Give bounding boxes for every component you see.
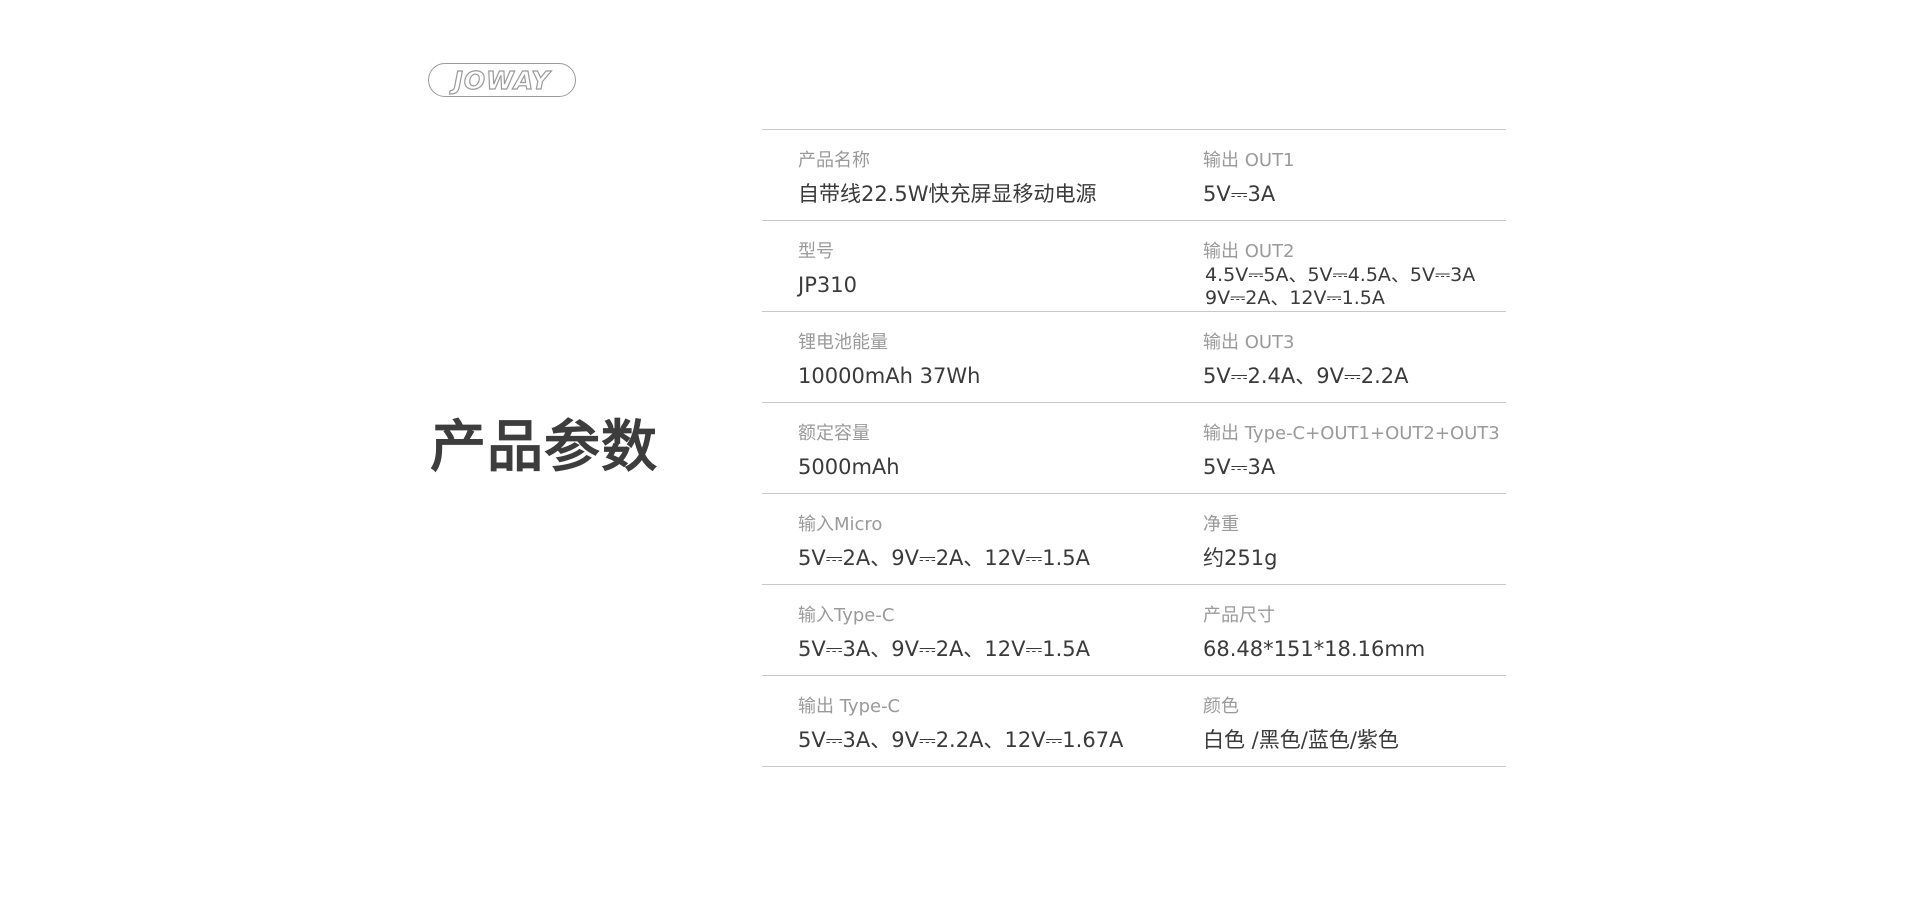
- spec-value: 10000mAh 37Wh: [798, 364, 981, 388]
- spec-value: 5V⎓3A: [1203, 182, 1276, 206]
- spec-label: 产品尺寸: [1203, 605, 1275, 626]
- spec-table: 产品名称 自带线22.5W快充屏显移动电源 输出 OUT1 5V⎓3A 型号 J…: [762, 129, 1506, 767]
- spec-value: 4.5V⎓5A、5V⎓4.5A、5V⎓3A 9V⎓2A、12V⎓1.5A: [1205, 264, 1476, 309]
- spec-row: 输出 Type-C 5V⎓3A、9V⎓2.2A、12V⎓1.67A 颜色 白色 …: [762, 676, 1506, 767]
- spec-label: 输入Micro: [798, 514, 883, 535]
- spec-cell-rated-capacity: 额定容量 5000mAh: [798, 403, 1158, 493]
- spec-label: 输出 OUT1: [1203, 150, 1295, 171]
- spec-value: 5V⎓3A、9V⎓2.2A、12V⎓1.67A: [798, 728, 1124, 752]
- spec-label: 输出 OUT3: [1203, 332, 1295, 353]
- spec-value: 5V⎓3A、9V⎓2A、12V⎓1.5A: [798, 637, 1091, 661]
- spec-value: 5V⎓3A: [1203, 455, 1276, 479]
- spec-value: 白色 /黑色/蓝色/紫色: [1203, 728, 1399, 752]
- spec-cell-battery-energy: 锂电池能量 10000mAh 37Wh: [798, 312, 1158, 402]
- spec-row: 额定容量 5000mAh 输出 Type-C+OUT1+OUT2+OUT3 5V…: [762, 403, 1506, 494]
- spec-label: 净重: [1203, 514, 1239, 535]
- spec-label: 输出 Type-C: [798, 696, 901, 717]
- page-title: 产品参数: [430, 415, 658, 480]
- spec-cell-output-out2: 输出 OUT2 4.5V⎓5A、5V⎓4.5A、5V⎓3A 9V⎓2A、12V⎓…: [1203, 221, 1506, 311]
- spec-value: 约251g: [1203, 546, 1278, 570]
- spec-label: 产品名称: [798, 150, 870, 171]
- spec-label: 型号: [798, 241, 834, 262]
- spec-cell-output-combined: 输出 Type-C+OUT1+OUT2+OUT3 5V⎓3A: [1203, 403, 1506, 493]
- spec-cell-output-typec: 输出 Type-C 5V⎓3A、9V⎓2.2A、12V⎓1.67A: [798, 676, 1158, 766]
- spec-cell-color: 颜色 白色 /黑色/蓝色/紫色: [1203, 676, 1506, 766]
- brand-logo-text: JOWAY: [453, 65, 551, 95]
- spec-label: 颜色: [1203, 696, 1239, 717]
- spec-row: 锂电池能量 10000mAh 37Wh 输出 OUT3 5V⎓2.4A、9V⎓2…: [762, 312, 1506, 403]
- spec-value: 5V⎓2.4A、9V⎓2.2A: [1203, 364, 1409, 388]
- spec-label: 输入Type-C: [798, 605, 895, 626]
- spec-label: 额定容量: [798, 423, 870, 444]
- brand-logo: JOWAY: [428, 63, 576, 97]
- spec-label: 锂电池能量: [798, 332, 888, 353]
- spec-row: 输入Type-C 5V⎓3A、9V⎓2A、12V⎓1.5A 产品尺寸 68.48…: [762, 585, 1506, 676]
- spec-cell-model: 型号 JP310: [798, 221, 1158, 311]
- spec-row: 型号 JP310 输出 OUT2 4.5V⎓5A、5V⎓4.5A、5V⎓3A 9…: [762, 221, 1506, 312]
- spec-label: 输出 Type-C+OUT1+OUT2+OUT3: [1203, 423, 1500, 444]
- spec-value: 5000mAh: [798, 455, 900, 479]
- spec-cell-net-weight: 净重 约251g: [1203, 494, 1506, 584]
- spec-value: 68.48*151*18.16mm: [1203, 637, 1426, 661]
- spec-cell-input-micro: 输入Micro 5V⎓2A、9V⎓2A、12V⎓1.5A: [798, 494, 1158, 584]
- spec-cell-output-out3: 输出 OUT3 5V⎓2.4A、9V⎓2.2A: [1203, 312, 1506, 402]
- spec-value: 5V⎓2A、9V⎓2A、12V⎓1.5A: [798, 546, 1091, 570]
- spec-cell-output-out1: 输出 OUT1 5V⎓3A: [1203, 130, 1506, 220]
- spec-value: JP310: [798, 273, 857, 297]
- spec-row: 输入Micro 5V⎓2A、9V⎓2A、12V⎓1.5A 净重 约251g: [762, 494, 1506, 585]
- spec-label: 输出 OUT2: [1203, 241, 1295, 262]
- spec-cell-input-typec: 输入Type-C 5V⎓3A、9V⎓2A、12V⎓1.5A: [798, 585, 1158, 675]
- spec-cell-product-name: 产品名称 自带线22.5W快充屏显移动电源: [798, 130, 1158, 220]
- spec-value: 自带线22.5W快充屏显移动电源: [798, 182, 1097, 206]
- spec-cell-dimensions: 产品尺寸 68.48*151*18.16mm: [1203, 585, 1506, 675]
- spec-row: 产品名称 自带线22.5W快充屏显移动电源 输出 OUT1 5V⎓3A: [762, 130, 1506, 221]
